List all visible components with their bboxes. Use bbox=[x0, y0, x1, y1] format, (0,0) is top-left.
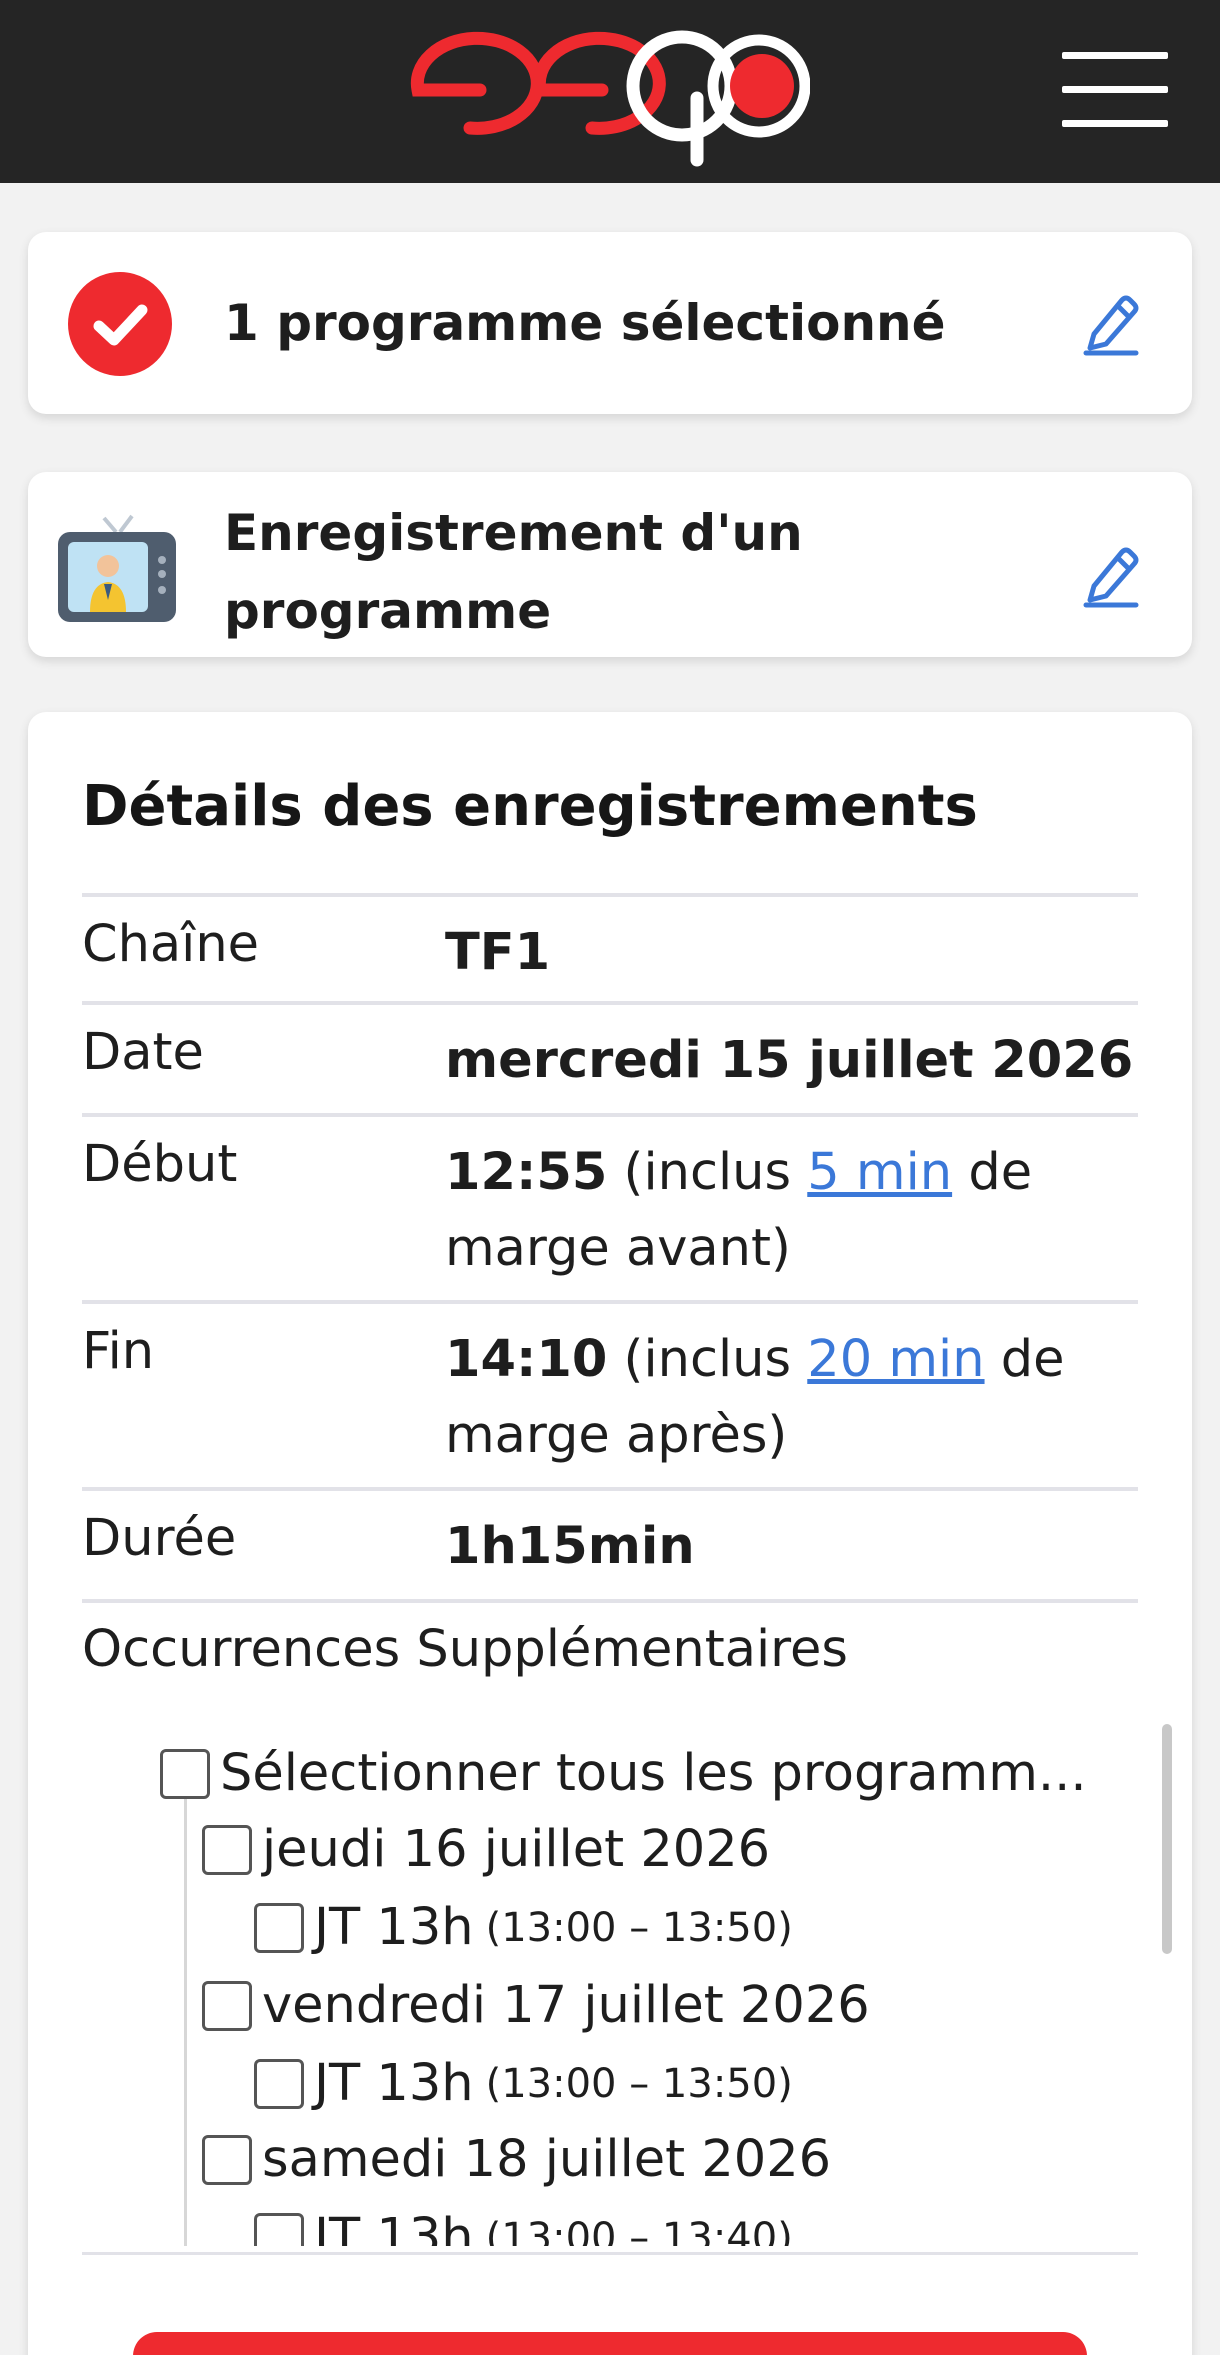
details-title: Détails des enregistrements bbox=[82, 774, 978, 839]
row-label: Chaîne bbox=[82, 915, 260, 974]
row-chaine: Chaîne TF1 bbox=[82, 893, 1138, 1001]
day-label: vendredi 17 juillet 2026 bbox=[262, 1976, 870, 2035]
row-value: 1h15min bbox=[445, 1517, 695, 1576]
occurrences-label: Occurrences Supplémentaires bbox=[82, 1620, 848, 1679]
margin-link-before[interactable]: 5 min bbox=[807, 1143, 952, 1202]
checkbox-icon[interactable] bbox=[254, 2058, 304, 2109]
program-item[interactable]: JT 13h (13:00 – 13:50) bbox=[254, 1898, 793, 1957]
select-all-checkbox[interactable]: Sélectionner tous les programm... bbox=[160, 1744, 1087, 1803]
tv-icon bbox=[54, 510, 184, 630]
check-circle-icon bbox=[68, 272, 172, 376]
row-value: 12:55 (inclus 5 min de marge avant) bbox=[445, 1143, 1033, 1278]
checkbox-icon[interactable] bbox=[202, 2134, 252, 2185]
row-fin: Fin 14:10 (inclus 20 min de marge après) bbox=[82, 1300, 1138, 1487]
submit-button[interactable] bbox=[133, 2332, 1087, 2355]
margin-link-after[interactable]: 20 min bbox=[807, 1330, 984, 1389]
row-duree: Durée 1h15min bbox=[82, 1487, 1138, 1599]
recording-title: Enregistrement d'un programme bbox=[224, 504, 803, 640]
pencil-icon[interactable] bbox=[1082, 290, 1140, 356]
tree-guide-line bbox=[184, 1786, 187, 2246]
scrollbar[interactable] bbox=[1162, 1724, 1172, 1954]
program-label: JT 13h bbox=[314, 2054, 474, 2113]
row-value: 14:10 (inclus 20 min de marge après) bbox=[445, 1330, 1065, 1465]
row-label: Durée bbox=[82, 1509, 237, 1568]
details-card: Détails des enregistrements Chaîne TF1 D… bbox=[28, 712, 1192, 2355]
recording-card: Enregistrement d'un programme bbox=[28, 472, 1192, 657]
checkbox-icon[interactable] bbox=[202, 1980, 252, 2031]
day-item[interactable]: jeudi 16 juillet 2026 bbox=[202, 1820, 770, 1879]
checkbox-icon[interactable] bbox=[254, 2212, 304, 2246]
day-item[interactable]: vendredi 17 juillet 2026 bbox=[202, 1976, 870, 2035]
day-label: samedi 18 juillet 2026 bbox=[262, 2130, 832, 2189]
day-item[interactable]: samedi 18 juillet 2026 bbox=[202, 2130, 831, 2189]
eeqo-logo[interactable] bbox=[410, 28, 810, 178]
occurrences-tree[interactable]: Sélectionner tous les programm... jeudi … bbox=[82, 1716, 1172, 2246]
selection-title: 1 programme sélectionné bbox=[224, 294, 946, 352]
day-label: jeudi 16 juillet 2026 bbox=[262, 1820, 771, 1879]
selection-card: 1 programme sélectionné bbox=[28, 232, 1192, 414]
row-date: Date mercredi 15 juillet 2026 bbox=[82, 1001, 1138, 1113]
row-value: mercredi 15 juillet 2026 bbox=[445, 1031, 1134, 1090]
program-time: (13:00 – 13:50) bbox=[485, 2060, 793, 2107]
row-divider bbox=[82, 1599, 1138, 1609]
tree-bottom-divider bbox=[82, 2252, 1138, 2255]
row-label: Date bbox=[82, 1023, 204, 1082]
app-header bbox=[0, 0, 1220, 183]
program-time: (13:00 – 13:50) bbox=[485, 1904, 793, 1951]
row-label: Début bbox=[82, 1135, 238, 1194]
checkbox-icon[interactable] bbox=[254, 1902, 304, 1953]
hamburger-icon[interactable] bbox=[1062, 50, 1168, 130]
select-all-label: Sélectionner tous les programm... bbox=[220, 1744, 1087, 1803]
pencil-icon[interactable] bbox=[1082, 542, 1140, 608]
row-debut: Début 12:55 (inclus 5 min de marge avant… bbox=[82, 1113, 1138, 1300]
program-item[interactable]: JT 13h (13:00 – 13:50) bbox=[254, 2054, 793, 2113]
program-label: JT 13h bbox=[314, 1898, 474, 1957]
checkbox-icon[interactable] bbox=[160, 1748, 210, 1799]
program-item[interactable]: JT 13h (13:00 – 13:40) bbox=[254, 2208, 793, 2246]
row-label: Fin bbox=[82, 1322, 155, 1381]
row-value: TF1 bbox=[445, 923, 551, 982]
program-time: (13:00 – 13:40) bbox=[485, 2214, 793, 2247]
checkbox-icon[interactable] bbox=[202, 1824, 252, 1875]
program-label: JT 13h bbox=[314, 2208, 474, 2246]
